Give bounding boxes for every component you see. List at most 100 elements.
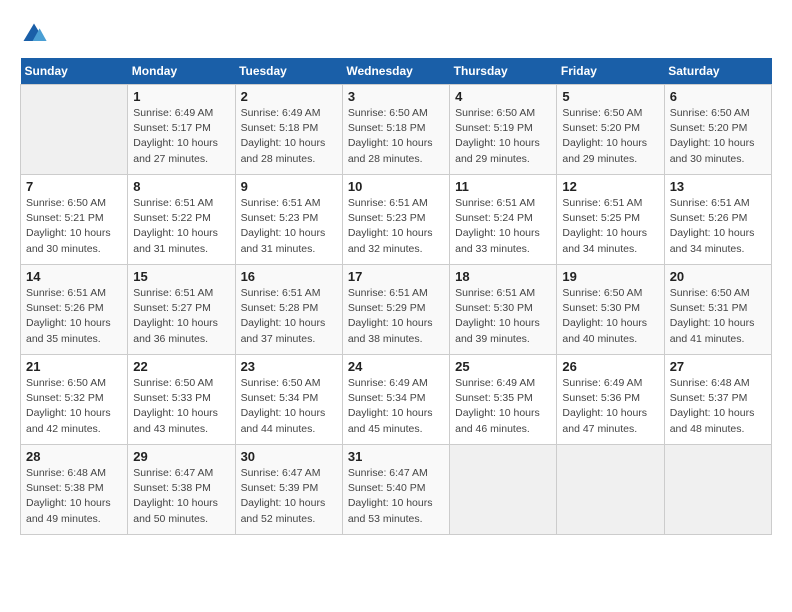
day-info: Sunrise: 6:50 AMSunset: 5:34 PMDaylight:… <box>241 376 337 437</box>
calendar-cell: 18Sunrise: 6:51 AMSunset: 5:30 PMDayligh… <box>450 265 557 355</box>
day-info: Sunrise: 6:47 AMSunset: 5:39 PMDaylight:… <box>241 466 337 527</box>
day-number: 23 <box>241 359 337 374</box>
calendar-week-row: 1 Sunrise: 6:49 AMSunset: 5:17 PMDaylight… <box>21 85 772 175</box>
day-number: 29 <box>133 449 229 464</box>
day-info: Sunrise: 6:49 AMSunset: 5:36 PMDaylight:… <box>562 376 658 437</box>
calendar-cell: 5Sunrise: 6:50 AMSunset: 5:20 PMDaylight… <box>557 85 664 175</box>
day-info: Sunrise: 6:51 AMSunset: 5:24 PMDaylight:… <box>455 196 551 257</box>
day-number: 25 <box>455 359 551 374</box>
calendar-week-row: 21 Sunrise: 6:50 AMSunset: 5:32 PMDayligh… <box>21 355 772 445</box>
day-info: Sunrise: 6:51 AMSunset: 5:26 PMDaylight:… <box>670 196 766 257</box>
day-number: 14 <box>26 269 122 284</box>
calendar-cell: 23 Sunrise: 6:50 AMSunset: 5:34 PMDayligh… <box>235 355 342 445</box>
calendar-cell: 20Sunrise: 6:50 AMSunset: 5:31 PMDayligh… <box>664 265 771 355</box>
day-number: 10 <box>348 179 444 194</box>
calendar-cell: 17 Sunrise: 6:51 AMSunset: 5:29 PMDayligh… <box>342 265 449 355</box>
day-info: Sunrise: 6:51 AMSunset: 5:27 PMDaylight:… <box>133 286 229 347</box>
day-of-week-header: Wednesday <box>342 58 449 85</box>
day-info: Sunrise: 6:48 AMSunset: 5:37 PMDaylight:… <box>670 376 766 437</box>
day-info: Sunrise: 6:50 AMSunset: 5:19 PMDaylight:… <box>455 106 551 167</box>
calendar-cell: 25 Sunrise: 6:49 AMSunset: 5:35 PMDayligh… <box>450 355 557 445</box>
calendar-cell: 28Sunrise: 6:48 AMSunset: 5:38 PMDayligh… <box>21 445 128 535</box>
day-number: 11 <box>455 179 551 194</box>
day-info: Sunrise: 6:50 AMSunset: 5:33 PMDaylight:… <box>133 376 229 437</box>
day-info: Sunrise: 6:51 AMSunset: 5:26 PMDaylight:… <box>26 286 122 347</box>
calendar-cell: 4 Sunrise: 6:50 AMSunset: 5:19 PMDaylight… <box>450 85 557 175</box>
calendar-cell: 8 Sunrise: 6:51 AMSunset: 5:22 PMDaylight… <box>128 175 235 265</box>
day-info: Sunrise: 6:47 AMSunset: 5:40 PMDaylight:… <box>348 466 444 527</box>
calendar-cell: 30 Sunrise: 6:47 AMSunset: 5:39 PMDayligh… <box>235 445 342 535</box>
day-info: Sunrise: 6:47 AMSunset: 5:38 PMDaylight:… <box>133 466 229 527</box>
calendar-cell: 27 Sunrise: 6:48 AMSunset: 5:37 PMDayligh… <box>664 355 771 445</box>
calendar-cell: 31 Sunrise: 6:47 AMSunset: 5:40 PMDayligh… <box>342 445 449 535</box>
day-of-week-header: Thursday <box>450 58 557 85</box>
day-number: 12 <box>562 179 658 194</box>
day-of-week-header: Friday <box>557 58 664 85</box>
calendar-cell: 14 Sunrise: 6:51 AMSunset: 5:26 PMDayligh… <box>21 265 128 355</box>
day-number: 4 <box>455 89 551 104</box>
calendar-cell: 1 Sunrise: 6:49 AMSunset: 5:17 PMDaylight… <box>128 85 235 175</box>
day-number: 17 <box>348 269 444 284</box>
day-number: 26 <box>562 359 658 374</box>
day-of-week-header: Tuesday <box>235 58 342 85</box>
logo <box>20 20 52 48</box>
day-number: 27 <box>670 359 766 374</box>
day-number: 7 <box>26 179 122 194</box>
calendar-cell: 11 Sunrise: 6:51 AMSunset: 5:24 PMDayligh… <box>450 175 557 265</box>
day-info: Sunrise: 6:49 AMSunset: 5:18 PMDaylight:… <box>241 106 337 167</box>
day-info: Sunrise: 6:48 AMSunset: 5:38 PMDaylight:… <box>26 466 122 527</box>
calendar-cell: 9Sunrise: 6:51 AMSunset: 5:23 PMDaylight… <box>235 175 342 265</box>
day-number: 21 <box>26 359 122 374</box>
calendar-cell: 21 Sunrise: 6:50 AMSunset: 5:32 PMDayligh… <box>21 355 128 445</box>
day-info: Sunrise: 6:50 AMSunset: 5:21 PMDaylight:… <box>26 196 122 257</box>
day-info: Sunrise: 6:50 AMSunset: 5:30 PMDaylight:… <box>562 286 658 347</box>
day-number: 8 <box>133 179 229 194</box>
calendar-cell: 13 Sunrise: 6:51 AMSunset: 5:26 PMDayligh… <box>664 175 771 265</box>
day-info: Sunrise: 6:51 AMSunset: 5:22 PMDaylight:… <box>133 196 229 257</box>
day-info: Sunrise: 6:51 AMSunset: 5:23 PMDaylight:… <box>241 196 337 257</box>
calendar-cell <box>664 445 771 535</box>
day-info: Sunrise: 6:49 AMSunset: 5:35 PMDaylight:… <box>455 376 551 437</box>
day-info: Sunrise: 6:49 AMSunset: 5:34 PMDaylight:… <box>348 376 444 437</box>
day-number: 5 <box>562 89 658 104</box>
day-number: 16 <box>241 269 337 284</box>
day-number: 2 <box>241 89 337 104</box>
day-number: 15 <box>133 269 229 284</box>
day-number: 24 <box>348 359 444 374</box>
day-info: Sunrise: 6:50 AMSunset: 5:32 PMDaylight:… <box>26 376 122 437</box>
calendar-cell: 26 Sunrise: 6:49 AMSunset: 5:36 PMDayligh… <box>557 355 664 445</box>
calendar-cell: 22 Sunrise: 6:50 AMSunset: 5:33 PMDayligh… <box>128 355 235 445</box>
calendar-cell: 19 Sunrise: 6:50 AMSunset: 5:30 PMDayligh… <box>557 265 664 355</box>
calendar-table: SundayMondayTuesdayWednesdayThursdayFrid… <box>20 58 772 535</box>
day-number: 6 <box>670 89 766 104</box>
page-header <box>20 20 772 48</box>
day-number: 1 <box>133 89 229 104</box>
day-info: Sunrise: 6:51 AMSunset: 5:29 PMDaylight:… <box>348 286 444 347</box>
calendar-week-row: 14 Sunrise: 6:51 AMSunset: 5:26 PMDayligh… <box>21 265 772 355</box>
day-info: Sunrise: 6:50 AMSunset: 5:20 PMDaylight:… <box>670 106 766 167</box>
calendar-cell: 16 Sunrise: 6:51 AMSunset: 5:28 PMDayligh… <box>235 265 342 355</box>
day-number: 13 <box>670 179 766 194</box>
calendar-week-row: 28Sunrise: 6:48 AMSunset: 5:38 PMDayligh… <box>21 445 772 535</box>
calendar-cell: 24 Sunrise: 6:49 AMSunset: 5:34 PMDayligh… <box>342 355 449 445</box>
day-number: 18 <box>455 269 551 284</box>
day-of-week-header: Monday <box>128 58 235 85</box>
calendar-cell: 2 Sunrise: 6:49 AMSunset: 5:18 PMDaylight… <box>235 85 342 175</box>
day-info: Sunrise: 6:51 AMSunset: 5:25 PMDaylight:… <box>562 196 658 257</box>
day-number: 19 <box>562 269 658 284</box>
day-number: 30 <box>241 449 337 464</box>
calendar-cell: 3Sunrise: 6:50 AMSunset: 5:18 PMDaylight… <box>342 85 449 175</box>
day-number: 20 <box>670 269 766 284</box>
day-of-week-header: Sunday <box>21 58 128 85</box>
calendar-cell: 7 Sunrise: 6:50 AMSunset: 5:21 PMDaylight… <box>21 175 128 265</box>
day-info: Sunrise: 6:51 AMSunset: 5:23 PMDaylight:… <box>348 196 444 257</box>
calendar-cell: 6 Sunrise: 6:50 AMSunset: 5:20 PMDaylight… <box>664 85 771 175</box>
calendar-week-row: 7 Sunrise: 6:50 AMSunset: 5:21 PMDaylight… <box>21 175 772 265</box>
calendar-cell: 10 Sunrise: 6:51 AMSunset: 5:23 PMDayligh… <box>342 175 449 265</box>
day-info: Sunrise: 6:51 AMSunset: 5:28 PMDaylight:… <box>241 286 337 347</box>
day-number: 31 <box>348 449 444 464</box>
day-number: 3 <box>348 89 444 104</box>
day-of-week-header: Saturday <box>664 58 771 85</box>
day-number: 22 <box>133 359 229 374</box>
day-info: Sunrise: 6:49 AMSunset: 5:17 PMDaylight:… <box>133 106 229 167</box>
